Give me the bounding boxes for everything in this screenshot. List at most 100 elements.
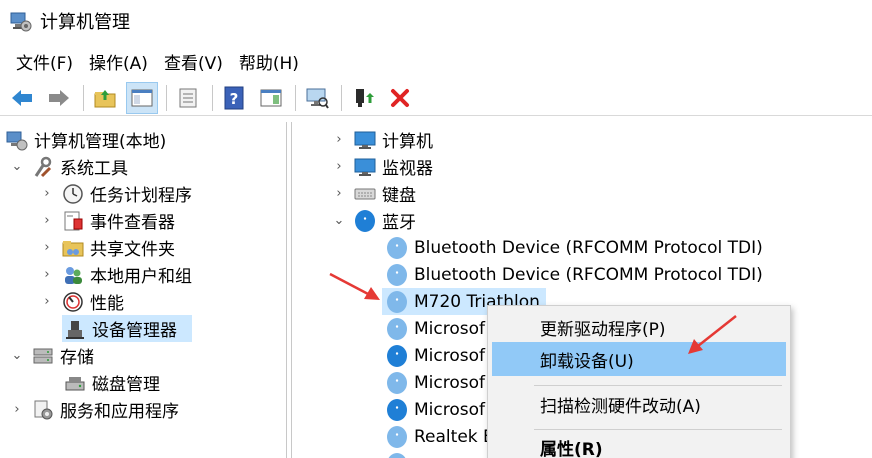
tree-node-storage[interactable]: ⌄ 存储 (10, 342, 94, 369)
properties-button[interactable] (172, 82, 204, 114)
toolbar: ? (0, 80, 872, 116)
properties-icon (179, 88, 197, 107)
toolbar-separator (295, 84, 296, 111)
scan-hardware-button[interactable] (301, 82, 333, 114)
update-driver-icon (356, 88, 374, 107)
bluetooth-icon: ᛫ (386, 236, 408, 259)
tree-node-event-viewer[interactable]: › 事件查看器 (40, 207, 175, 234)
expanded-chevron-icon[interactable]: ⌄ (10, 348, 24, 363)
tools-icon (32, 156, 54, 178)
device-category-monitors[interactable]: › 监视器 (332, 153, 433, 180)
device-item[interactable]: ᛫ Microsof (386, 396, 485, 423)
menu-view[interactable]: 查看(V) (156, 47, 231, 76)
tree-node-disk-management[interactable]: 磁盘管理 (62, 369, 160, 396)
performance-icon (62, 291, 84, 313)
action-pane-icon (260, 89, 282, 106)
menu-item-update-driver[interactable]: 更新驱动程序(P) (492, 310, 786, 344)
collapsed-chevron-icon[interactable]: › (40, 186, 54, 201)
device-item[interactable]: ᛫ Microsof (386, 315, 485, 342)
device-item[interactable]: ᛫ Microsof (386, 342, 485, 369)
tree-node-label: 共享文件夹 (90, 240, 175, 260)
monitor-icon (354, 129, 376, 151)
help-button[interactable]: ? (218, 82, 250, 114)
device-item[interactable]: ᛫ Bluetooth Device (RFCOMM Protocol TDI) (386, 234, 763, 261)
console-tree-icon (131, 89, 153, 106)
forward-arrow-icon (49, 89, 69, 106)
device-item-label: Bluetooth Device (RFCOMM Protocol TDI) (414, 264, 763, 285)
title-bar: 计算机管理 (0, 0, 872, 42)
update-driver-button[interactable] (347, 82, 379, 114)
collapsed-chevron-icon[interactable]: › (10, 402, 24, 417)
annotation-arrow-left (329, 272, 380, 300)
device-category-label: 计算机 (382, 132, 433, 152)
device-category-label: 蓝牙 (382, 213, 416, 233)
tree-node-performance[interactable]: › 性能 (40, 288, 124, 315)
device-item[interactable]: ᛫ Microsof (386, 369, 485, 396)
collapsed-chevron-icon[interactable]: › (40, 213, 54, 228)
collapsed-chevron-icon[interactable]: › (40, 267, 54, 282)
show-action-pane-button[interactable] (255, 82, 287, 114)
device-item[interactable]: ᛫ Bluetooth Device (RFCOMM Protocol TDI) (386, 261, 763, 288)
toolbar-separator (83, 84, 84, 111)
collapsed-chevron-icon[interactable]: › (332, 132, 346, 147)
bluetooth-icon: ᛫ (386, 290, 408, 313)
context-menu: 更新驱动程序(P) 卸载设备(U) 扫描检测硬件改动(A) 属性(R) (487, 305, 791, 458)
menu-file[interactable]: 文件(F) (8, 47, 81, 76)
keyboard-icon (354, 183, 376, 205)
device-category-bluetooth[interactable]: ⌄ ᛫ 蓝牙 (332, 207, 416, 234)
tree-node-label: 性能 (90, 294, 124, 314)
tree-node-task-scheduler[interactable]: › 任务计划程序 (40, 180, 192, 207)
collapsed-chevron-icon[interactable]: › (332, 159, 346, 174)
collapsed-chevron-icon[interactable]: › (332, 186, 346, 201)
menu-help[interactable]: 帮助(H) (231, 47, 307, 76)
device-item-label: Microsof (414, 399, 485, 420)
device-item-partial[interactable]: ᛫ (386, 450, 414, 458)
expanded-chevron-icon[interactable]: ⌄ (332, 213, 346, 228)
menu-item-scan-hardware-changes[interactable]: 扫描检测硬件改动(A) (492, 387, 786, 421)
annotation-arrow-right (688, 315, 737, 354)
menu-action[interactable]: 操作(A) (81, 47, 156, 76)
event-viewer-icon (62, 210, 84, 232)
bluetooth-icon: ᛫ (386, 452, 408, 458)
toolbar-separator (341, 84, 342, 111)
show-hide-console-tree-button[interactable] (126, 81, 158, 114)
device-item[interactable]: ᛫ Realtek B (386, 423, 495, 450)
menu-item-properties[interactable]: 属性(R) (492, 430, 786, 458)
svg-text:?: ? (230, 90, 239, 108)
toolbar-separator (212, 84, 213, 111)
device-category-keyboards[interactable]: › 键盘 (332, 180, 416, 207)
back-button[interactable] (6, 82, 38, 114)
back-arrow-icon (12, 89, 32, 106)
scan-monitor-icon (306, 88, 329, 109)
shared-folder-icon (62, 237, 84, 259)
tree-node-computer-management[interactable]: 计算机管理(本地) (6, 126, 166, 153)
red-x-icon (391, 88, 409, 107)
tree-node-label: 存储 (60, 348, 94, 368)
collapsed-chevron-icon[interactable]: › (40, 240, 54, 255)
tree-node-device-manager[interactable]: 设备管理器 (62, 315, 192, 342)
bluetooth-icon: ᛫ (386, 344, 408, 367)
computer-management-icon (10, 10, 32, 32)
up-folder-button[interactable] (89, 82, 121, 114)
bluetooth-icon: ᛫ (386, 317, 408, 340)
tree-node-label: 本地用户和组 (90, 267, 192, 287)
tree-node-shared-folders[interactable]: › 共享文件夹 (40, 234, 175, 261)
expanded-chevron-icon[interactable]: ⌄ (10, 159, 24, 174)
bluetooth-icon: ᛫ (386, 263, 408, 286)
device-item-label: Bluetooth Device (RFCOMM Protocol TDI) (414, 237, 763, 258)
help-icon: ? (224, 86, 244, 109)
tree-node-system-tools[interactable]: ⌄ 系统工具 (10, 153, 128, 180)
window-title: 计算机管理 (40, 12, 130, 33)
tree-node-label: 系统工具 (60, 159, 128, 179)
uninstall-device-button[interactable] (384, 82, 416, 114)
device-category-computer[interactable]: › 计算机 (332, 126, 433, 153)
menu-item-uninstall-device[interactable]: 卸载设备(U) (492, 342, 786, 376)
forward-button[interactable] (43, 82, 75, 114)
monitor-icon (354, 156, 376, 178)
tree-node-label: 计算机管理(本地) (34, 132, 167, 152)
users-icon (62, 264, 84, 286)
tree-node-local-users-groups[interactable]: › 本地用户和组 (40, 261, 192, 288)
bluetooth-icon: ᛫ (386, 371, 408, 394)
collapsed-chevron-icon[interactable]: › (40, 294, 54, 309)
tree-node-services-applications[interactable]: › 服务和应用程序 (10, 396, 179, 423)
